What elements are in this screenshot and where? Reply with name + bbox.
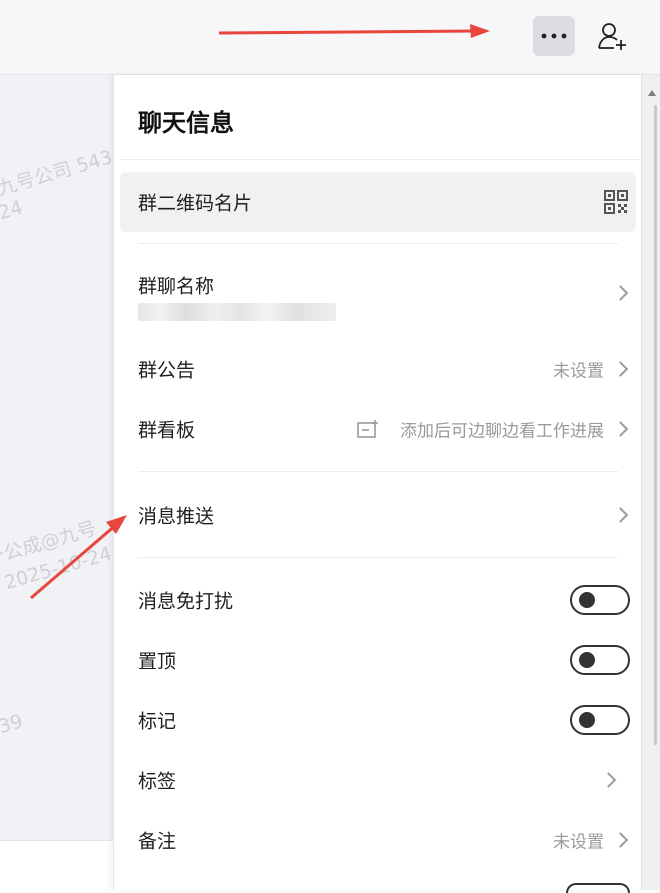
annotation-arrow-to-more-button xyxy=(218,24,490,38)
annotation-overlay xyxy=(30,24,490,600)
annotation-arrow-to-message-push xyxy=(30,515,127,600)
